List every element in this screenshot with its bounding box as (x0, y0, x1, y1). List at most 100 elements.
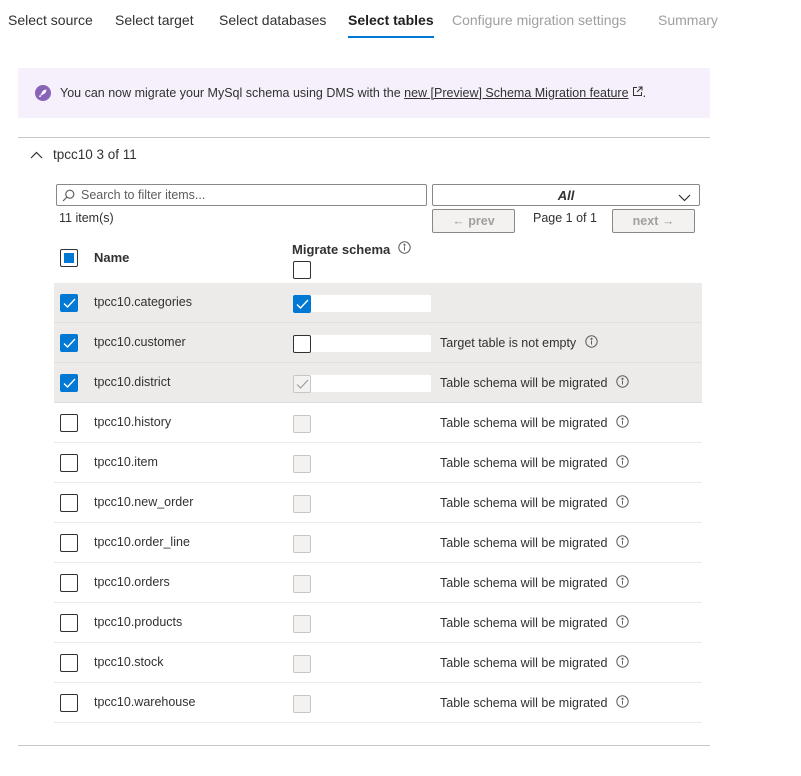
page-indicator: Page 1 of 1 (533, 211, 597, 225)
info-icon[interactable] (398, 241, 411, 257)
row-select-checkbox[interactable] (60, 534, 78, 552)
row-status-text: Table schema will be migrated (440, 696, 608, 710)
tab-select-tables[interactable]: Select tables (348, 12, 434, 38)
row-field-area (310, 375, 431, 392)
tab-configure-migration-settings: Configure migration settings (452, 12, 627, 28)
table-row[interactable]: tpcc10.order_line Table schema will be mi… (54, 523, 702, 563)
info-icon[interactable] (616, 375, 630, 391)
info-icon[interactable] (616, 655, 630, 671)
tab-summary: Summary (658, 12, 718, 28)
row-status-text: Table schema will be migrated (440, 656, 608, 670)
tab-select-target[interactable]: Select target (115, 12, 194, 28)
column-header-migrate-schema: Migrate schema (292, 241, 411, 257)
external-link-icon[interactable] (632, 86, 643, 100)
table-row[interactable]: tpcc10.new_order Table schema will be mig… (54, 483, 702, 523)
info-banner: You can now migrate your MySql schema us… (18, 68, 710, 118)
row-status-note: Table schema will be migrated (440, 655, 630, 671)
table-row[interactable]: tpcc10.warehouse Table schema will be mig… (54, 683, 702, 723)
table-row[interactable]: tpcc10.stock Table schema will be migrate… (54, 643, 702, 683)
migrate-schema-checkbox (293, 415, 311, 433)
migrate-schema-checkbox (293, 495, 311, 513)
migrate-schema-checkbox[interactable] (293, 295, 311, 313)
migrate-schema-checkbox (293, 375, 311, 393)
table-name: tpcc10.order_line (94, 535, 190, 549)
row-status-note: Table schema will be migrated (440, 495, 630, 511)
info-icon[interactable] (616, 415, 630, 431)
row-status-note: Table schema will be migrated (440, 375, 630, 391)
tab-select-source[interactable]: Select source (8, 12, 93, 28)
rocket-icon (35, 85, 51, 101)
table-name: tpcc10.new_order (94, 495, 194, 509)
table-name: tpcc10.history (94, 415, 172, 429)
banner-text: You can now migrate your MySql schema us… (60, 86, 405, 100)
row-status-text: Table schema will be migrated (440, 456, 608, 470)
chevron-down-icon (678, 190, 691, 205)
row-status-text: Table schema will be migrated (440, 496, 608, 510)
table-row[interactable]: tpcc10.categories (54, 283, 702, 323)
divider-bottom (18, 745, 710, 746)
migrate-schema-checkbox (293, 655, 311, 673)
next-button[interactable]: next → (612, 209, 695, 233)
row-status-text: Table schema will be migrated (440, 616, 608, 630)
row-status-text: Table schema will be migrated (440, 576, 608, 590)
banner-suffix: . (642, 86, 647, 100)
row-select-checkbox[interactable] (60, 334, 78, 352)
prev-button[interactable]: ← prev (432, 209, 515, 233)
row-select-checkbox[interactable] (60, 574, 78, 592)
wizard-tabs: Select source Select target Select datab… (0, 0, 801, 40)
row-field-area (310, 335, 431, 352)
row-status-note: Target table is not empty (440, 335, 598, 351)
migrate-schema-checkbox (293, 455, 311, 473)
table-row[interactable]: tpcc10.products Table schema will be migr… (54, 603, 702, 643)
filter-dropdown[interactable]: All (432, 184, 700, 206)
migrate-schema-all-checkbox[interactable] (293, 261, 311, 279)
migrate-schema-checkbox[interactable] (293, 335, 311, 353)
migrate-schema-checkbox (293, 535, 311, 553)
tab-select-databases[interactable]: Select databases (219, 12, 326, 28)
row-select-checkbox[interactable] (60, 454, 78, 472)
row-select-checkbox[interactable] (60, 414, 78, 432)
migrate-schema-checkbox (293, 575, 311, 593)
row-status-note: Table schema will be migrated (440, 415, 630, 431)
chevron-up-icon[interactable] (30, 147, 43, 162)
schema-migration-link[interactable]: new [Preview] Schema Migration feature (404, 86, 628, 100)
divider-top (18, 137, 710, 138)
info-icon[interactable] (616, 535, 630, 551)
table-row[interactable]: tpcc10.orders Table schema will be migrat… (54, 563, 702, 603)
migrate-schema-label: Migrate schema (292, 241, 391, 257)
table-name: tpcc10.categories (94, 295, 192, 309)
info-icon[interactable] (616, 695, 630, 711)
row-status-text: Target table is not empty (440, 336, 577, 350)
table-name: tpcc10.customer (94, 335, 186, 349)
info-icon[interactable] (616, 615, 630, 631)
row-select-checkbox[interactable] (60, 494, 78, 512)
row-select-checkbox[interactable] (60, 374, 78, 392)
row-select-checkbox[interactable] (60, 614, 78, 632)
row-select-checkbox[interactable] (60, 694, 78, 712)
table-row[interactable]: tpcc10.customer Target table is not empty (54, 323, 702, 363)
info-icon[interactable] (616, 495, 630, 511)
table-name: tpcc10.stock (94, 655, 164, 669)
select-all-checkbox[interactable] (60, 249, 78, 267)
table-name: tpcc10.products (94, 615, 183, 629)
row-status-text: Table schema will be migrated (440, 416, 608, 430)
info-icon[interactable] (585, 335, 598, 351)
table-name: tpcc10.warehouse (94, 695, 196, 709)
table-row[interactable]: tpcc10.item Table schema will be migrated (54, 443, 702, 483)
table-row[interactable]: tpcc10.district Table schema will be migr… (54, 363, 702, 403)
search-input[interactable] (81, 188, 411, 202)
migrate-schema-checkbox (293, 615, 311, 633)
row-status-text: Table schema will be migrated (440, 536, 608, 550)
group-header-tpcc10[interactable]: tpcc10 3 of 11 (30, 147, 137, 162)
row-select-checkbox[interactable] (60, 654, 78, 672)
info-icon[interactable] (616, 575, 630, 591)
row-select-checkbox[interactable] (60, 294, 78, 312)
row-field-area (310, 295, 431, 312)
row-status-note: Table schema will be migrated (440, 535, 630, 551)
table-row[interactable]: tpcc10.history Table schema will be migra… (54, 403, 702, 443)
dropdown-value: All (557, 187, 575, 203)
info-icon[interactable] (616, 455, 630, 471)
row-status-note: Table schema will be migrated (440, 575, 630, 591)
table-name: tpcc10.item (94, 455, 158, 469)
row-status-note: Table schema will be migrated (440, 455, 630, 471)
